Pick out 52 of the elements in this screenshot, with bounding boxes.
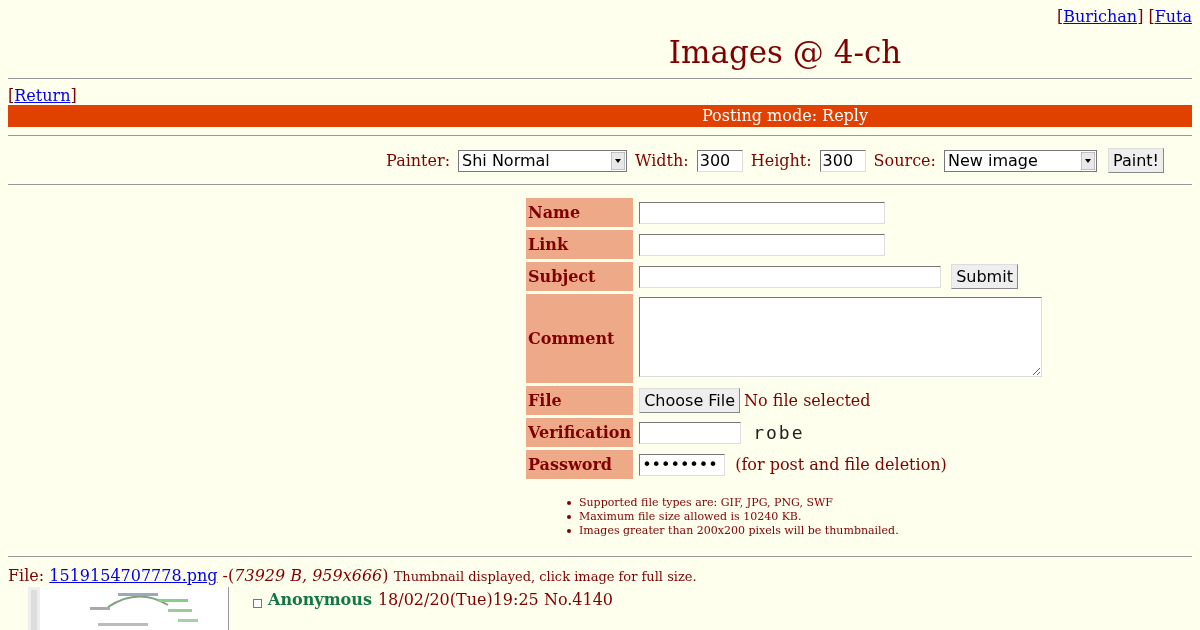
comment-field[interactable] — [639, 296, 1043, 377]
bracket: ] — [70, 86, 77, 105]
captcha-text: robe — [753, 422, 805, 443]
choose-file-button[interactable]: Choose File — [639, 388, 741, 413]
caret-icon — [1081, 151, 1095, 170]
bracket: [ — [1056, 8, 1064, 26]
rule-text: Images greater than 200x200 pixels will be thumbnailed. — [579, 524, 899, 538]
painter-label: Painter: — [386, 151, 451, 170]
bullet-icon — [567, 515, 571, 519]
file-label: File: — [8, 566, 45, 585]
board-title: Images @ 4-ch — [667, 34, 903, 70]
field-label: Link — [526, 230, 634, 259]
bullet-icon — [567, 501, 571, 505]
style-link[interactable]: Futa — [1154, 8, 1192, 26]
painter-select[interactable]: Shi Normal — [458, 149, 628, 172]
field-label: Password — [526, 450, 634, 479]
poster-name: Anonymous — [268, 591, 372, 609]
file-link[interactable]: 1519154707778.png — [49, 566, 218, 585]
field-label: Name — [526, 198, 634, 227]
source-select[interactable]: New image — [944, 149, 1097, 172]
posting-mode-bar: Posting mode: Reply — [8, 105, 1192, 127]
thumbnail-note: Thumbnail displayed, click image for full size. — [393, 569, 697, 584]
height-label: Height: — [750, 151, 812, 170]
text-field[interactable] — [639, 201, 886, 224]
paint-button[interactable]: Paint! — [1108, 148, 1164, 173]
file-status: No file selected — [744, 391, 871, 410]
checkbox[interactable] — [253, 598, 262, 608]
password-note: (for post and file deletion) — [735, 455, 947, 474]
field-label: File — [526, 386, 634, 415]
file-info: -(73929 B, 959x666) — [222, 566, 389, 585]
field-label: Comment — [526, 294, 634, 383]
verification-field[interactable] — [639, 421, 742, 444]
bracket: [ — [8, 86, 15, 105]
style-link[interactable]: Burichan — [1063, 8, 1138, 26]
source-label: Source: — [873, 151, 936, 170]
password-field[interactable]: •••••••• — [639, 453, 726, 476]
submit-button[interactable]: Submit — [951, 264, 1018, 289]
bracket: [ — [1148, 8, 1155, 26]
subject-field[interactable] — [639, 265, 942, 288]
post-date: 18/02/20(Tue)19:25 No.4140 — [377, 591, 614, 609]
rule-text: Maximum file size allowed is 10240 KB. — [579, 510, 802, 524]
text-field[interactable] — [639, 233, 886, 256]
width-label: Width: — [635, 151, 689, 170]
field-label: Subject — [526, 262, 634, 291]
bullet-icon — [567, 529, 571, 533]
caret-icon — [611, 151, 626, 170]
width-field[interactable]: 300 — [696, 149, 743, 172]
field-label: Verification — [526, 418, 634, 447]
return-link[interactable]: Return — [14, 86, 71, 105]
height-field[interactable]: 300 — [819, 149, 866, 172]
rule-text: Supported file types are: GIF, JPG, PNG, SWF — [579, 496, 833, 510]
bracket: ] — [1137, 8, 1144, 26]
